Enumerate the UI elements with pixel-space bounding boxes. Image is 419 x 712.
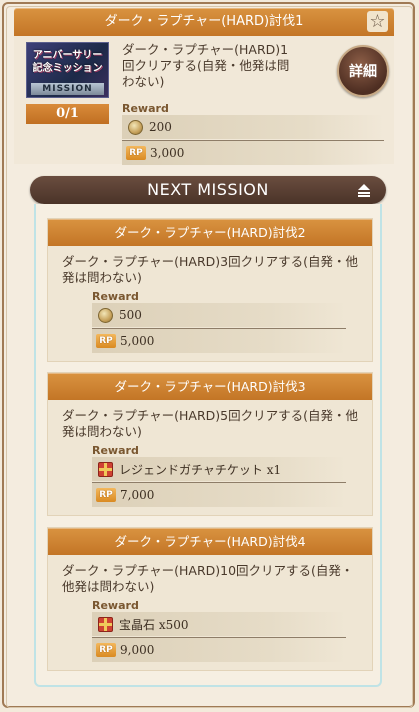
mission-card: ダーク・ラプチャー(HARD)討伐2 ダーク・ラプチャー(HARD)3回クリアす… (47, 218, 373, 362)
collapse-icon[interactable] (356, 182, 372, 198)
next-mission-panel: ダーク・ラプチャー(HARD)討伐2 ダーク・ラプチャー(HARD)3回クリアす… (34, 204, 382, 687)
reward-row: RP 9,000 (92, 637, 346, 662)
reward-text: 200 (149, 120, 172, 134)
reward-text: レジェンドガチャチケット x1 (119, 462, 282, 477)
current-mission-body: アニバーサリー 記念ミッション MISSION 0/1 ダーク・ラプチャー(HA… (14, 36, 394, 165)
crystal-icon (98, 307, 113, 323)
anniversary-mission-logo: アニバーサリー 記念ミッション MISSION (26, 42, 109, 98)
reward-row: レジェンドガチャチケット x1 (92, 457, 346, 481)
reward-row: RP 3,000 (122, 140, 384, 165)
current-mission-header: ダーク・ラプチャー(HARD)討伐1 ☆ (14, 8, 394, 36)
reward-label: Reward (92, 290, 139, 303)
reward-row: RP 5,000 (92, 328, 346, 353)
gift-icon (98, 616, 113, 632)
next-mission-toggle[interactable]: NEXT MISSION (30, 176, 386, 204)
mission-card-description: ダーク・ラプチャー(HARD)10回クリアする(自発・他発は問わない) (62, 563, 354, 594)
rp-icon: RP (96, 643, 116, 657)
reward-list: Reward レジェンドガチャチケット x1 RP 7,000 (92, 444, 346, 507)
rp-icon: RP (126, 146, 146, 160)
reward-row: RP 7,000 (92, 482, 346, 507)
mission-card-description: ダーク・ラプチャー(HARD)3回クリアする(自発・他発は問わない) (62, 254, 358, 285)
progress-badge: 0/1 (26, 104, 109, 124)
reward-row: 500 (92, 303, 346, 327)
reward-text: 9,000 (120, 643, 155, 657)
reward-text: 500 (119, 308, 142, 322)
current-mission-title: ダーク・ラプチャー(HARD)討伐1 (104, 14, 304, 29)
current-mission-description: ダーク・ラプチャー(HARD)1回クリアする(自発・他発は問わない) (122, 42, 290, 89)
reward-list: Reward 宝晶石 x500 RP 9,000 (92, 599, 346, 662)
crystal-icon (128, 119, 143, 135)
reward-row: 宝晶石 x500 (92, 612, 346, 636)
reward-text: 3,000 (150, 146, 185, 160)
gift-icon (98, 461, 113, 477)
reward-list: Reward 500 RP 5,000 (92, 290, 346, 353)
rp-icon: RP (96, 488, 116, 502)
logo-mission-text: MISSION (31, 83, 104, 95)
reward-text: 宝晶石 x500 (119, 617, 189, 632)
reward-text: 7,000 (120, 488, 155, 502)
reward-label: Reward (92, 444, 139, 457)
mission-card-description: ダーク・ラプチャー(HARD)5回クリアする(自発・他発は問わない) (62, 408, 358, 439)
rp-icon: RP (96, 334, 116, 348)
reward-text: 5,000 (120, 334, 155, 348)
mission-card-title: ダーク・ラプチャー(HARD)討伐4 (48, 528, 372, 555)
mission-card: ダーク・ラプチャー(HARD)討伐4 ダーク・ラプチャー(HARD)10回クリア… (47, 527, 373, 671)
reward-label: Reward (92, 599, 139, 612)
next-mission-label: NEXT MISSION (147, 180, 269, 199)
mission-card: ダーク・ラプチャー(HARD)討伐3 ダーク・ラプチャー(HARD)5回クリアす… (47, 372, 373, 516)
detail-button[interactable]: 詳細 (337, 45, 389, 97)
star-icon[interactable]: ☆ (367, 11, 388, 32)
mission-card-title: ダーク・ラプチャー(HARD)討伐3 (48, 373, 372, 400)
logo-line-2: 記念ミッション (32, 63, 103, 74)
logo-line-1: アニバーサリー (32, 50, 103, 61)
reward-row: 200 (122, 115, 384, 139)
mission-card-title: ダーク・ラプチャー(HARD)討伐2 (48, 219, 372, 246)
reward-label: Reward (122, 102, 169, 115)
current-reward-list: Reward 200 RP 3,000 (122, 102, 384, 165)
